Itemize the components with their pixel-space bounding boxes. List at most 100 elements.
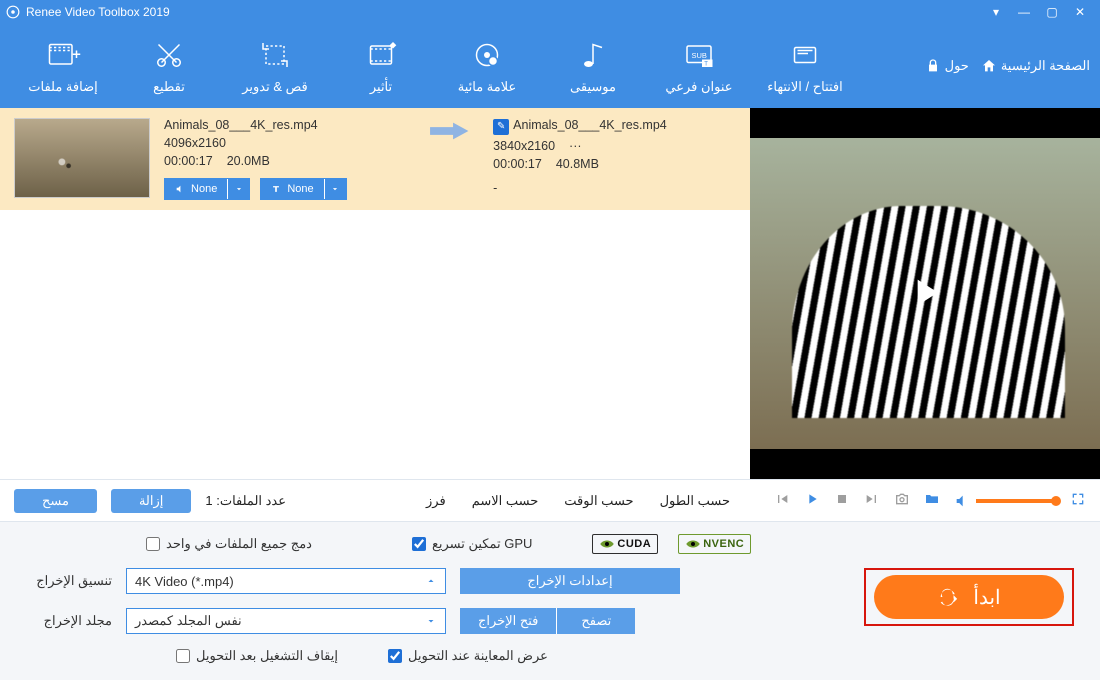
video-preview[interactable] [750,108,1100,479]
file-count-label: عدد الملفات: 1 [205,493,286,509]
tool-watermark[interactable]: علامة مائية [434,37,540,95]
link-label: الصفحة الرئيسية [1001,58,1090,74]
file-output-info: ✎ Animals_08___4K_res.mp4 3840x2160 ··· 0… [493,118,736,195]
tool-label: عنوان فرعي [665,79,732,95]
link-home[interactable]: الصفحة الرئيسية [981,58,1090,74]
app-logo-icon [6,5,20,19]
volume-icon [954,493,970,509]
speaker-icon [175,184,185,194]
shutdown-checkbox[interactable]: إيقاف التشغيل بعد التحويل [176,648,338,664]
input-duration: 00:00:17 [164,154,213,168]
subtitle-track-dropdown[interactable]: None [260,178,346,200]
player-controls [774,491,1086,510]
merge-checkbox[interactable]: دمج جميع الملفات في واحد [146,536,312,552]
output-more[interactable]: ··· [569,139,582,153]
app-title: Renee Video Toolbox 2019 [26,5,170,19]
bottom-panel: دمج جميع الملفات في واحد تمكين تسريع GPU… [0,522,1100,680]
input-resolution: 4096x2160 [164,136,407,150]
tool-effects[interactable]: تأثير [328,37,434,95]
sort-by-len[interactable]: حسب الطول [660,493,730,509]
output-settings-button[interactable]: إعدادات الإخراج [460,568,680,594]
tool-label: تقطيع [153,79,185,95]
chevron-down-icon [425,615,437,627]
edit-icon[interactable]: ✎ [493,119,509,135]
output-folder-label: مجلد الإخراج [20,613,112,629]
open-folder-button[interactable] [924,491,940,510]
conversion-arrow-icon [421,118,479,144]
snapshot-button[interactable] [894,491,910,510]
sort-by-name[interactable]: حسب الاسم [472,493,539,509]
checkbox-label: عرض المعاينة عند التحويل [408,648,548,664]
link-about[interactable]: حول [925,58,969,74]
output-filename: Animals_08___4K_res.mp4 [513,118,667,132]
stop-button[interactable] [834,491,850,510]
checkbox-label: تمكين تسريع GPU [432,536,532,552]
fullscreen-button[interactable] [1070,491,1086,510]
volume-control[interactable] [954,493,1056,509]
preview-play-button[interactable] [903,270,947,317]
select-value: 4K Video (*.mp4) [135,574,234,589]
tool-cut[interactable]: تقطيع [116,37,222,95]
sort-by-time[interactable]: حسب الوقت [564,493,633,509]
tool-add-files[interactable]: إضافة ملفات [10,37,116,95]
audio-track-dropdown[interactable]: None [164,178,250,200]
output-duration: 00:00:17 [493,157,542,171]
input-filename: Animals_08___4K_res.mp4 [164,118,407,132]
link-label: حول [945,58,969,74]
file-list: Animals_08___4K_res.mp4 4096x2160 00:00:… [0,108,750,479]
start-highlight-box: ابدأ [864,568,1074,626]
tool-label: إضافة ملفات [28,79,97,95]
tool-music[interactable]: موسيقى [540,37,646,95]
open-output-button[interactable]: فتح الإخراج [460,608,557,634]
preview-checkbox[interactable]: عرض المعاينة عند التحويل [388,648,548,664]
output-size: 40.8MB [556,157,599,171]
output-resolution: 3840x2160 [493,139,555,153]
checkbox-label: دمج جميع الملفات في واحد [166,536,312,552]
nvidia-eye-icon [685,538,701,550]
min-tray-icon[interactable]: ▾ [982,5,1010,19]
clear-button[interactable]: مسح [14,489,97,513]
tool-label: قص & تدوير [242,79,308,95]
tool-label: علامة مائية [458,79,517,95]
output-format-label: تنسيق الإخراج [20,573,112,589]
maximize-icon[interactable]: ▢ [1038,5,1066,19]
file-thumbnail [14,118,150,198]
tool-intro-outro[interactable]: افتتاح / الانتهاء [752,37,858,95]
nvidia-eye-icon [599,538,615,550]
input-size: 20.0MB [227,154,270,168]
prev-button[interactable] [774,491,790,510]
file-item[interactable]: Animals_08___4K_res.mp4 4096x2160 00:00:… [0,108,750,210]
tool-subtitle[interactable]: SUBT عنوان فرعي [646,37,752,95]
start-button[interactable]: ابدأ [874,575,1064,619]
output-dash: - [493,181,736,195]
remove-button[interactable]: إزالة [111,489,191,513]
dropdown-value: None [191,183,217,195]
minimize-icon[interactable]: — [1010,5,1038,19]
output-folder-select[interactable]: نفس المجلد كمصدر [126,608,446,634]
browse-output-button[interactable]: تصفح [557,608,635,634]
output-format-select[interactable]: 4K Video (*.mp4) [126,568,446,594]
tool-label: افتتاح / الانتهاء [767,79,843,95]
refresh-icon [937,586,959,608]
dropdown-value: None [287,183,313,195]
mid-controls: مسح إزالة عدد الملفات: 1 فرز حسب الاسم ح… [0,480,1100,522]
tool-label: تأثير [370,79,392,95]
lock-icon [925,58,941,74]
chevron-down-icon [324,179,346,199]
text-icon [271,184,281,194]
gpu-checkbox[interactable]: تمكين تسريع GPU [412,536,532,552]
chevron-down-icon [227,179,249,199]
main-row: Animals_08___4K_res.mp4 4096x2160 00:00:… [0,108,1100,480]
play-button[interactable] [804,491,820,510]
close-icon[interactable]: ✕ [1066,5,1094,19]
cuda-badge: CUDA [592,534,658,554]
top-toolbar: إضافة ملفات تقطيع قص & تدوير تأثير علامة… [0,24,1100,108]
sort-label: فرز [426,493,446,509]
home-icon [981,58,997,74]
start-label: ابدأ [973,585,1000,610]
tool-crop-rotate[interactable]: قص & تدوير [222,37,328,95]
checkbox-label: إيقاف التشغيل بعد التحويل [196,648,338,664]
next-button[interactable] [864,491,880,510]
nvenc-badge: NVENC [678,534,751,554]
svg-text:SUB: SUB [692,51,707,60]
